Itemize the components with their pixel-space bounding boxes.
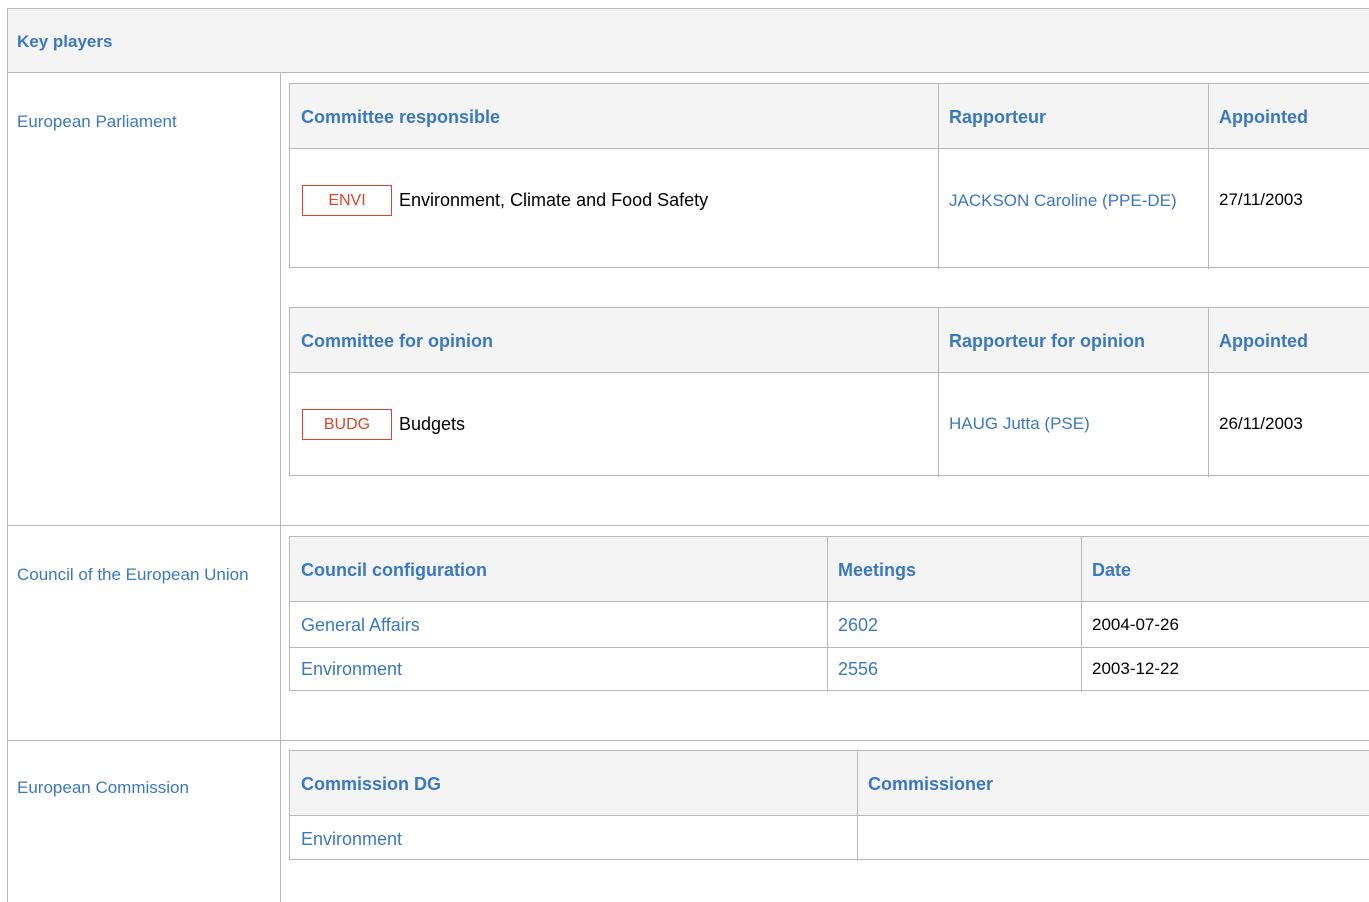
rapporteur-link[interactable]: JACKSON Caroline (PPE-DE) bbox=[949, 190, 1199, 211]
institution-commission-link[interactable]: European Commission bbox=[17, 778, 189, 798]
meeting-link[interactable]: 2602 bbox=[838, 615, 878, 636]
frame-line bbox=[280, 72, 281, 902]
col-header-rapporteur-opinion: Rapporteur for opinion bbox=[949, 331, 1145, 351]
col-header-rapporteur: Rapporteur bbox=[949, 107, 1047, 127]
committee-name: Budgets bbox=[399, 414, 466, 434]
col-header-committee-responsible: Committee responsible bbox=[301, 107, 501, 127]
table-header-row: Commission DG Commissioner bbox=[290, 751, 1369, 816]
col-header-appointed: Appointed bbox=[1219, 107, 1308, 127]
key-players-header: Key players bbox=[7, 8, 1369, 73]
meeting-date: 2004-07-26 bbox=[1092, 615, 1179, 634]
key-players-title: Key players bbox=[17, 32, 113, 51]
institution-parliament-link[interactable]: European Parliament bbox=[17, 112, 177, 132]
committee-badge-envi[interactable]: ENVI bbox=[302, 185, 392, 216]
row-separator bbox=[290, 647, 1369, 648]
frame-line bbox=[7, 72, 1369, 73]
frame-line bbox=[7, 72, 8, 902]
meeting-date: 2003-12-22 bbox=[1092, 659, 1179, 678]
commission-table: Commission DG Commissioner Environment bbox=[289, 750, 1369, 861]
col-header-commissioner: Commissioner bbox=[868, 774, 994, 794]
cell-separator bbox=[1208, 308, 1209, 477]
cell-separator bbox=[1081, 537, 1082, 692]
rapporteur-link[interactable]: HAUG Jutta (PSE) bbox=[949, 414, 1090, 434]
cell-separator bbox=[827, 537, 828, 692]
cell-separator bbox=[938, 84, 939, 269]
col-header-date: Date bbox=[1092, 560, 1132, 580]
cell-separator bbox=[1208, 84, 1209, 269]
col-header-commission-dg: Commission DG bbox=[301, 774, 442, 794]
col-header-meetings: Meetings bbox=[838, 560, 917, 580]
col-header-council-configuration: Council configuration bbox=[301, 560, 487, 580]
col-header-appointed: Appointed bbox=[1219, 331, 1308, 351]
cell-separator bbox=[857, 751, 858, 861]
frame-line bbox=[7, 740, 1369, 741]
council-configuration-link[interactable]: Environment bbox=[301, 659, 402, 680]
frame-line bbox=[7, 525, 1369, 526]
committee-name: Environment, Climate and Food Safety bbox=[399, 190, 709, 210]
commission-dg-link[interactable]: Environment bbox=[301, 829, 402, 850]
meeting-link[interactable]: 2556 bbox=[838, 659, 878, 680]
institution-council-link[interactable]: Council of the European Union bbox=[17, 564, 262, 585]
council-table: Council configuration Meetings Date Gene… bbox=[289, 536, 1369, 692]
appointed-date: 27/11/2003 bbox=[1219, 190, 1303, 209]
cell-separator bbox=[938, 308, 939, 477]
table-header-row: Council configuration Meetings Date bbox=[290, 537, 1369, 602]
col-header-committee-opinion: Committee for opinion bbox=[301, 331, 493, 351]
committee-opinion-table: Committee for opinion Rapporteur for opi… bbox=[289, 307, 1369, 477]
appointed-date: 26/11/2003 bbox=[1219, 414, 1303, 433]
committee-responsible-table: Committee responsible Rapporteur Appoint… bbox=[289, 83, 1369, 269]
committee-badge-budg[interactable]: BUDG bbox=[302, 409, 392, 440]
council-configuration-link[interactable]: General Affairs bbox=[301, 615, 420, 636]
